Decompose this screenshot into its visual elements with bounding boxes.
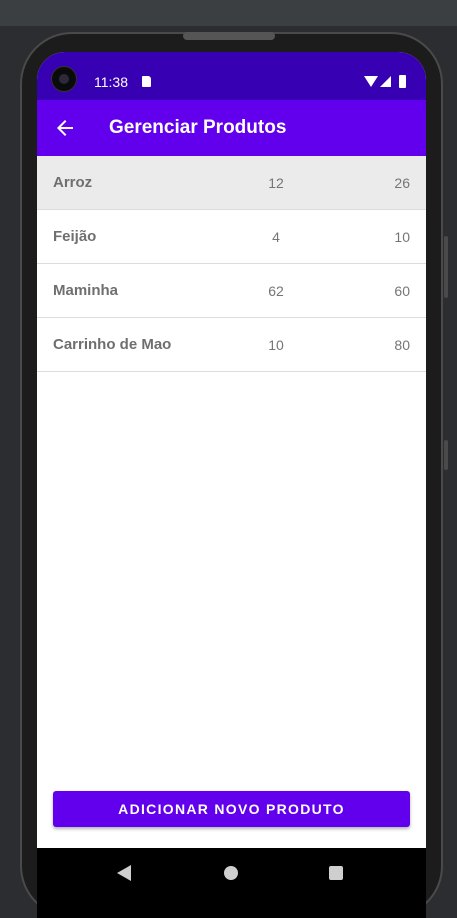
add-product-button[interactable]: ADICIONAR NOVO PRODUTO: [53, 791, 410, 827]
device-screen: 11:38 Gerenciar Produtos Arroz 12 26 Fei…: [37, 52, 426, 918]
product-name: Feijão: [53, 228, 97, 245]
status-bar: 11:38: [37, 52, 426, 100]
product-price: 60: [394, 283, 410, 299]
product-quantity: 12: [268, 175, 284, 191]
nav-recents-icon[interactable]: [329, 866, 343, 880]
volume-button: [444, 236, 448, 298]
product-price: 26: [394, 175, 410, 191]
arrow-back-icon[interactable]: [53, 116, 77, 140]
cell-signal-icon: [380, 76, 391, 87]
product-quantity: 4: [272, 229, 280, 245]
battery-icon: [399, 75, 406, 88]
nav-home-icon[interactable]: [224, 866, 238, 880]
list-item[interactable]: Maminha 62 60: [37, 264, 426, 318]
nav-back-icon[interactable]: [117, 865, 131, 881]
product-price: 80: [394, 337, 410, 353]
list-item[interactable]: Feijão 4 10: [37, 210, 426, 264]
page-title: Gerenciar Produtos: [109, 117, 287, 138]
system-nav-bar: [37, 848, 426, 918]
product-list: Arroz 12 26 Feijão 4 10 Maminha 62 60 Ca…: [37, 156, 426, 372]
front-camera-icon: [51, 66, 77, 92]
phone-speaker: [183, 32, 275, 40]
product-name: Arroz: [53, 174, 93, 191]
product-name: Carrinho de Mao: [53, 336, 172, 353]
product-quantity: 62: [268, 283, 284, 299]
product-quantity: 10: [268, 337, 284, 353]
list-item[interactable]: Arroz 12 26: [37, 156, 426, 210]
emulator-top-strip: [0, 0, 457, 26]
list-item[interactable]: Carrinho de Mao 10 80: [37, 318, 426, 372]
status-time: 11:38: [94, 74, 128, 90]
product-price: 10: [394, 229, 410, 245]
wifi-icon: [364, 76, 378, 87]
power-button: [444, 440, 448, 470]
sd-card-icon: [142, 76, 151, 87]
product-name: Maminha: [53, 282, 119, 299]
app-bar: Gerenciar Produtos: [37, 100, 426, 156]
